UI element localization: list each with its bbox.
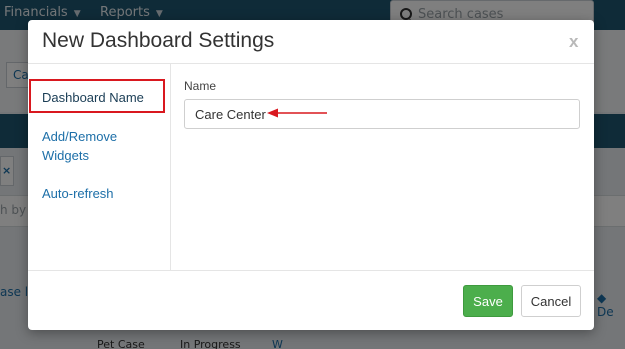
sidebar-item-add-remove-widgets[interactable]: Add/Remove Widgets xyxy=(42,127,152,165)
dashboard-settings-modal: New Dashboard Settings x Dashboard Name … xyxy=(28,20,594,330)
dashboard-name-input[interactable] xyxy=(184,99,580,129)
modal-header: New Dashboard Settings x xyxy=(28,20,594,64)
cancel-button[interactable]: Cancel xyxy=(521,285,581,317)
sidebar-item-auto-refresh[interactable]: Auto-refresh xyxy=(42,184,114,203)
settings-sidebar: Dashboard Name Add/Remove Widgets Auto-r… xyxy=(28,64,171,270)
modal-title: New Dashboard Settings xyxy=(42,29,275,52)
sidebar-item-dashboard-name[interactable]: Dashboard Name xyxy=(42,88,144,107)
close-icon[interactable]: x xyxy=(569,32,578,52)
name-field-label: Name xyxy=(184,79,217,93)
modal-footer: Save Cancel xyxy=(28,270,594,331)
save-button[interactable]: Save xyxy=(463,285,513,317)
